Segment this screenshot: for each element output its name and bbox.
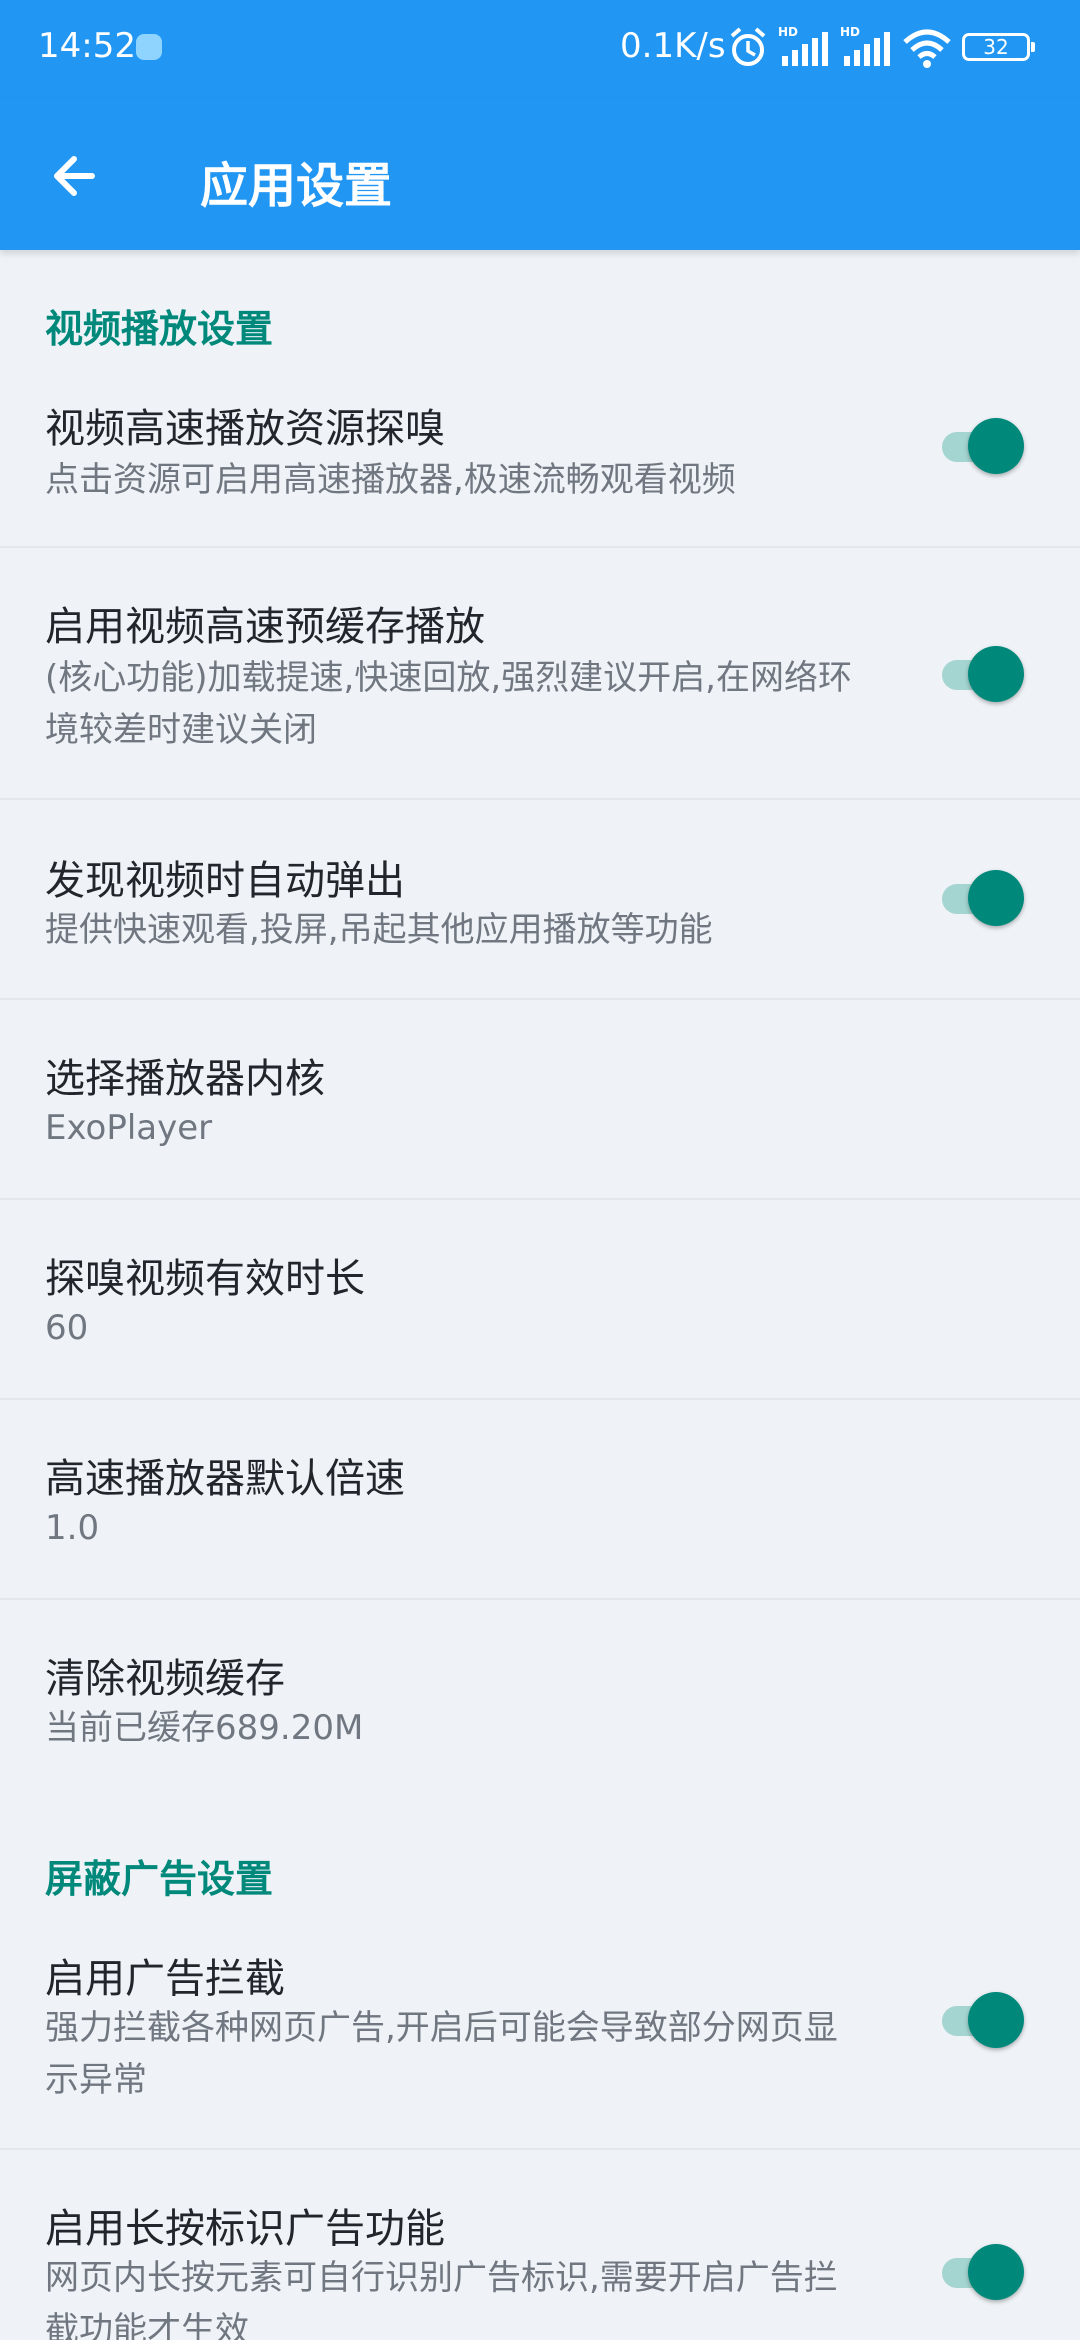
pref-video-sniff[interactable]: 视频高速播放资源探嗅 点击资源可启用高速播放器,极速流畅观看视频 xyxy=(0,364,1080,548)
pref-title: 启用视频高速预缓存播放 xyxy=(45,604,485,650)
app-notification-icon xyxy=(136,34,162,60)
battery-icon: 32 xyxy=(962,33,1035,61)
pref-title: 启用广告拦截 xyxy=(45,1956,285,2002)
hd-signal-icon: HD xyxy=(778,25,828,66)
long-press-ad-switch[interactable] xyxy=(938,2242,1026,2302)
pref-summary: 60 xyxy=(45,1308,89,1348)
precache-switch[interactable] xyxy=(938,644,1026,704)
pref-summary: 点击资源可启用高速播放器,极速流畅观看视频 xyxy=(45,460,736,500)
alarm-icon xyxy=(730,27,766,66)
pref-title: 清除视频缓存 xyxy=(45,1656,285,1702)
svg-text:HD: HD xyxy=(840,25,860,39)
pref-sniff-duration[interactable]: 探嗅视频有效时长 60 xyxy=(0,1200,1080,1400)
svg-text:HD: HD xyxy=(778,25,798,39)
pref-summary: ExoPlayer xyxy=(45,1108,213,1148)
pref-title: 选择播放器内核 xyxy=(45,1056,325,1102)
pref-summary: 提供快速观看,投屏,吊起其他应用播放等功能 xyxy=(45,910,713,950)
pref-summary: 当前已缓存689.20M xyxy=(45,1708,364,1748)
section-header-video: 视频播放设置 xyxy=(45,307,274,351)
auto-popup-switch[interactable] xyxy=(938,868,1026,928)
back-button[interactable] xyxy=(44,144,108,208)
switch-thumb xyxy=(968,1992,1024,2048)
pref-player-core[interactable]: 选择播放器内核 ExoPlayer xyxy=(0,1000,1080,1200)
pref-title: 发现视频时自动弹出 xyxy=(45,858,405,904)
pref-title: 启用长按标识广告功能 xyxy=(45,2206,445,2252)
switch-thumb xyxy=(968,646,1024,702)
video-sniff-switch[interactable] xyxy=(938,416,1026,476)
arrow-left-icon xyxy=(54,156,95,196)
pref-precache[interactable]: 启用视频高速预缓存播放 (核心功能)加载提速,快速回放,强烈建议开启,在网络环境… xyxy=(0,548,1080,800)
pref-title: 视频高速播放资源探嗅 xyxy=(45,406,445,452)
app-bar: 应用设置 xyxy=(0,98,1080,250)
status-bar: 14:52 0.1K/s HD HD 32 xyxy=(0,0,1080,98)
ad-block-switch[interactable] xyxy=(938,1990,1026,2050)
pref-default-speed[interactable]: 高速播放器默认倍速 1.0 xyxy=(0,1400,1080,1600)
section-header-ads: 屏蔽广告设置 xyxy=(45,1857,274,1901)
switch-thumb xyxy=(968,870,1024,926)
pref-auto-popup[interactable]: 发现视频时自动弹出 提供快速观看,投屏,吊起其他应用播放等功能 xyxy=(0,800,1080,1000)
pref-ad-block[interactable]: 启用广告拦截 强力拦截各种网页广告,开启后可能会导致部分网页显示异常 xyxy=(0,1914,1080,2150)
pref-clear-cache[interactable]: 清除视频缓存 当前已缓存689.20M xyxy=(0,1600,1080,1800)
pref-title: 探嗅视频有效时长 xyxy=(45,1256,365,1302)
pref-long-press-ad[interactable]: 启用长按标识广告功能 网页内长按元素可自行识别广告标识,需要开启广告拦截功能才生… xyxy=(0,2150,1080,2340)
pref-summary: 强力拦截各种网页广告,开启后可能会导致部分网页显示异常 xyxy=(45,2008,838,2100)
pref-title: 高速播放器默认倍速 xyxy=(45,1456,405,1502)
network-speed: 0.1K/s xyxy=(620,26,726,66)
pref-summary: (核心功能)加载提速,快速回放,强烈建议开启,在网络环境较差时建议关闭 xyxy=(45,658,852,750)
wifi-icon xyxy=(903,29,951,68)
switch-thumb xyxy=(968,418,1024,474)
hd-signal-icon: HD xyxy=(840,25,890,66)
pref-summary: 网页内长按元素可自行识别广告标识,需要开启广告拦截功能才生效 xyxy=(45,2258,838,2340)
status-time: 14:52 xyxy=(38,26,136,66)
switch-thumb xyxy=(968,2244,1024,2300)
pref-summary: 1.0 xyxy=(45,1508,100,1548)
page-title: 应用设置 xyxy=(200,158,393,214)
